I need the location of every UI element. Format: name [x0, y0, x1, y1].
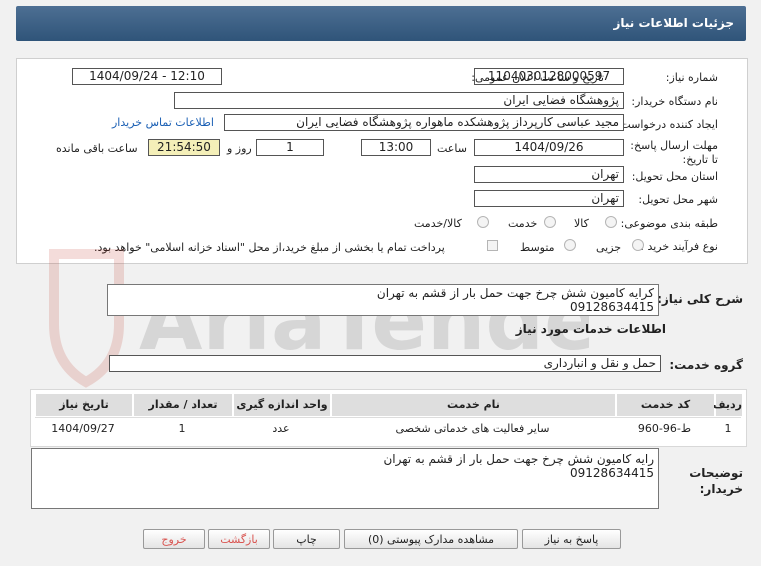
process-option-minor: جزیی — [596, 241, 622, 254]
category-option-service: خدمت — [508, 217, 538, 230]
table-row-cell-index: 1 — [724, 422, 732, 435]
back-button[interactable]: بازگشت — [208, 529, 270, 549]
process-radio-medium[interactable] — [564, 239, 576, 251]
summary-line-1: کرایه کامیون شش چرخ جهت حمل بار از قشم ب… — [376, 286, 654, 300]
service-group-field[interactable]: حمل و نقل و انبارداری — [109, 355, 661, 372]
process-radio-minor[interactable] — [632, 239, 644, 251]
buyer-org-field[interactable]: پژوهشگاه فضایی ایران — [174, 92, 624, 109]
remaining-time-field: 21:54:50 — [148, 139, 220, 156]
page-title: جزئیات اطلاعات نیاز — [613, 16, 734, 30]
deadline-time-field[interactable]: 13:00 — [361, 139, 431, 156]
col-header-quantity: تعداد / مقدار — [133, 394, 232, 416]
category-radio-goods[interactable] — [605, 216, 617, 228]
buyer-notes-line-1: رایه کامیون شش چرخ جهت حمل بار از قشم به… — [383, 452, 654, 466]
deadline-time-label: ساعت — [437, 142, 467, 155]
print-button[interactable]: چاپ — [273, 529, 340, 549]
deadline-date-field[interactable]: 1404/09/26 — [474, 139, 624, 156]
col-header-service-name: نام خدمت — [331, 394, 615, 416]
province-field[interactable]: تهران — [474, 166, 624, 183]
need-number-label: شماره نیاز: — [665, 71, 718, 84]
table-row-cell-name: سایر فعالیت های خدماتی شخصی — [395, 422, 550, 435]
table-row-cell-code: ط-96-960 — [637, 422, 692, 435]
treasury-payment-checkbox[interactable] — [487, 240, 498, 251]
buyer-contact-link[interactable]: اطلاعات تماس خریدار — [112, 116, 214, 129]
buyer-notes-textarea[interactable]: رایه کامیون شش چرخ جهت حمل بار از قشم به… — [31, 448, 659, 509]
exit-button[interactable]: خروج — [143, 529, 205, 549]
requester-field[interactable]: مجید عباسی کارپرداز پژوهشکده ماهواره پژو… — [224, 114, 624, 131]
buyer-notes-label: توضیحات خریدار: — [689, 466, 743, 496]
col-header-service-code: کد خدمت — [616, 394, 714, 416]
process-type-label: نوع فرآیند خرید : — [640, 240, 718, 253]
category-radio-goods-service[interactable] — [477, 216, 489, 228]
service-group-label: گروه خدمت: — [669, 358, 743, 372]
reply-button[interactable]: پاسخ به نیاز — [522, 529, 621, 549]
summary-textarea[interactable]: کرایه کامیون شش چرخ جهت حمل بار از قشم ب… — [107, 284, 659, 316]
treasury-payment-note: پرداخت تمام یا بخشی از مبلغ خرید،از محل … — [94, 241, 445, 254]
category-radio-service[interactable] — [544, 216, 556, 228]
view-attachments-button[interactable]: مشاهده مدارک پیوستی (0) — [344, 529, 518, 549]
table-row-cell-unit: عدد — [272, 422, 290, 435]
days-remaining-field[interactable]: 1 — [256, 139, 324, 156]
announce-datetime-field[interactable]: 1404/09/24 - 12:10 — [72, 68, 222, 85]
city-label: شهر محل تحویل: — [638, 193, 718, 206]
table-row-cell-need-date: 1404/09/27 — [51, 422, 115, 435]
services-section-title: اطلاعات خدمات مورد نیاز — [515, 322, 666, 336]
city-field[interactable]: تهران — [474, 190, 624, 207]
buyer-notes-line-2: 09128634415 — [570, 466, 654, 480]
col-header-need-date: تاریخ نیاز — [35, 394, 132, 416]
requester-label: ایجاد کننده درخواست: — [616, 118, 718, 131]
days-label: روز و — [227, 142, 252, 155]
col-header-row: ردیف — [713, 394, 742, 416]
process-option-medium: متوسط — [520, 241, 555, 254]
remaining-time-label: ساعت باقی مانده — [56, 142, 138, 155]
category-option-goods-service: کالا/خدمت — [414, 217, 462, 230]
table-row-cell-quantity: 1 — [178, 422, 186, 435]
deadline-label: مهلت ارسال پاسخ: تا تاریخ: — [630, 139, 718, 166]
category-option-goods: کالا — [574, 217, 589, 230]
announce-label: تاریخ و ساعت اعلان عمومی: — [471, 71, 604, 84]
summary-line-2: 09128634415 — [570, 300, 654, 314]
summary-label: شرح کلی نیاز: — [657, 292, 743, 306]
buyer-org-label: نام دستگاه خریدار: — [631, 95, 718, 108]
page-header: جزئیات اطلاعات نیاز — [16, 6, 746, 41]
category-label: طبقه بندی موضوعی: — [620, 217, 718, 230]
province-label: استان محل تحویل: — [631, 170, 718, 183]
col-header-unit: واحد اندازه گیری — [233, 394, 330, 416]
table-row-separator — [35, 417, 741, 418]
